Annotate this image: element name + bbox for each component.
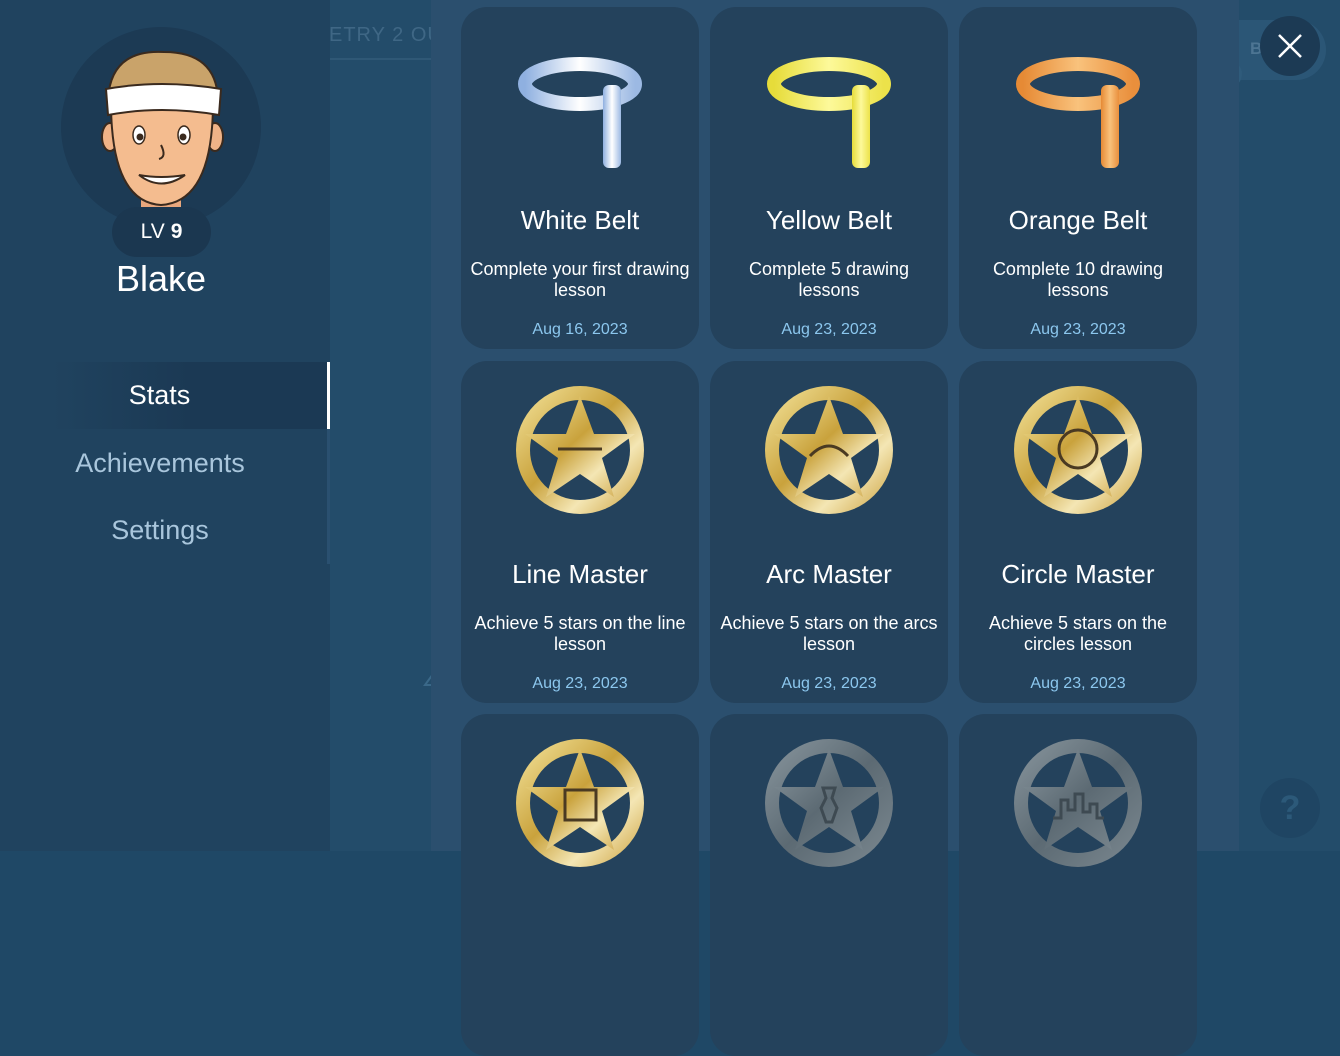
profile-sidebar: LV 9 Blake Stats Achievements Settings [0,0,330,851]
achievement-date: Aug 23, 2023 [1030,321,1126,338]
circle-star-badge-icon [1014,386,1142,514]
achievement-description: Complete 5 drawing lessons [748,259,910,300]
avatar [61,27,261,227]
achievement-title: Line Master [512,559,648,589]
achievement-card-locked[interactable] [710,714,948,1056]
achievement-card[interactable] [461,714,699,1056]
help-button: ? [1260,778,1320,838]
square-star-badge-icon [516,739,644,867]
nav-item-settings[interactable]: Settings [0,515,320,546]
vase-star-badge-icon [765,739,893,867]
achievement-card[interactable]: Yellow Belt Complete 5 drawing lessons A… [710,7,948,349]
achievement-description: Achieve 5 stars on the arcs lesson [720,613,938,654]
achievement-card[interactable]: Line Master Achieve 5 stars on the line … [461,361,699,703]
achievement-card[interactable]: Orange Belt Complete 10 drawing lessons … [959,7,1197,349]
white-belt-icon [518,57,642,168]
orange-belt-icon [1016,57,1140,168]
achievement-title: Arc Master [766,559,892,589]
achievement-card[interactable]: Circle Master Achieve 5 stars on the cir… [959,361,1197,703]
achievement-title: White Belt [520,205,640,235]
achievement-date: Aug 23, 2023 [532,675,628,692]
avatar-face-icon [101,50,224,227]
nav-item-stats[interactable]: Stats [52,362,330,429]
yellow-belt-icon [767,57,891,168]
profile-name: Blake [115,258,207,299]
achievement-date: Aug 23, 2023 [781,675,877,692]
achievement-description: Achieve 5 stars on the circles lesson [988,613,1168,654]
achievement-description: Complete 10 drawing lessons [992,259,1164,300]
skyline-star-badge-icon [1014,739,1142,867]
close-icon [1278,34,1302,58]
nav-item-achievements[interactable]: Achievements [0,448,320,479]
line-star-badge-icon [516,386,644,514]
achievement-description: Complete your first drawing lesson [470,259,690,300]
achievement-date: Aug 16, 2023 [532,321,628,338]
achievement-title: Circle Master [1001,559,1155,589]
close-button[interactable] [1260,16,1320,76]
achievement-title: Orange Belt [1008,205,1148,235]
achievements-panel: White Belt Complete your first drawing l… [431,0,1239,1056]
achievement-title: Yellow Belt [765,205,893,235]
achievement-description: Achieve 5 stars on the line lesson [474,613,686,654]
achievement-date: Aug 23, 2023 [781,321,877,338]
arc-star-badge-icon [765,386,893,514]
achievement-card[interactable]: White Belt Complete your first drawing l… [461,7,699,349]
achievement-date: Aug 23, 2023 [1030,675,1126,692]
achievement-card[interactable]: Arc Master Achieve 5 stars on the arcs l… [710,361,948,703]
level-prefix: LV [140,220,165,243]
level-number: 9 [170,220,183,243]
achievement-card-locked[interactable] [959,714,1197,1056]
level-badge: LV 9 [112,207,211,257]
